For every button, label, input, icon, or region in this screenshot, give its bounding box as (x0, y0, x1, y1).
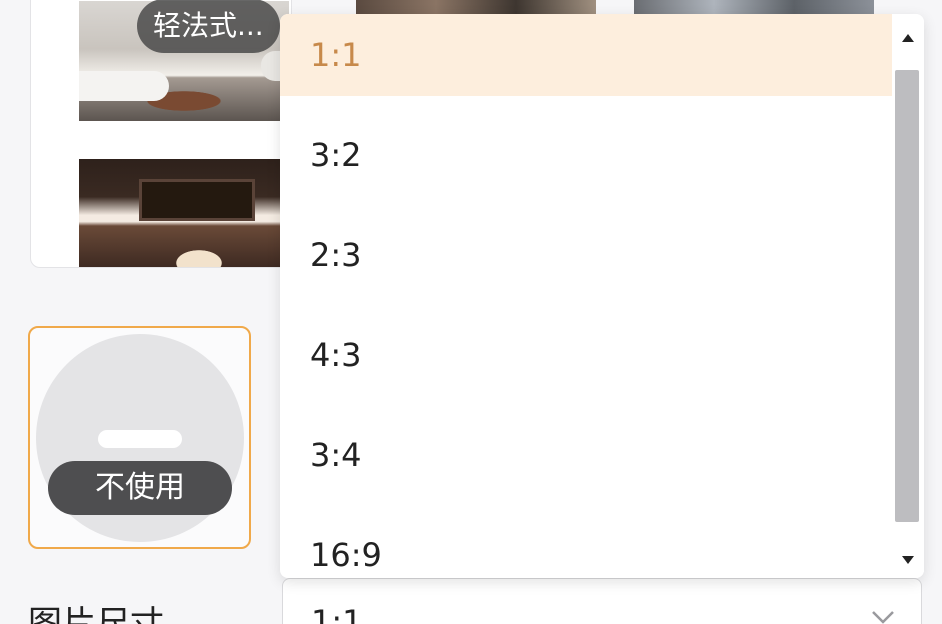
dropdown-scrollbar[interactable] (892, 14, 924, 578)
placeholder-bar (98, 430, 182, 448)
image-size-label: 图片尺寸 (28, 604, 164, 624)
style-card[interactable]: 轻法式... (30, 0, 292, 268)
aspect-ratio-dropdown[interactable]: 1:1 3:2 2:3 4:3 3:4 16:9 (280, 14, 924, 578)
image-size-select-value: 1:1 (311, 603, 363, 624)
option-1-1[interactable]: 1:1 (280, 14, 892, 96)
option-2-3[interactable]: 2:3 (280, 214, 892, 296)
style-tag: 轻法式... (137, 0, 280, 53)
image-size-select[interactable]: 1:1 (282, 578, 922, 624)
caret-up-icon[interactable] (900, 28, 916, 48)
caret-down-icon[interactable] (900, 550, 916, 570)
no-style-label: 不使用 (48, 461, 232, 515)
option-4-3[interactable]: 4:3 (280, 314, 892, 396)
option-3-2[interactable]: 3:2 (280, 114, 892, 196)
scrollbar-thumb[interactable] (895, 70, 919, 522)
style-thumbnail-image[interactable] (79, 159, 289, 267)
chevron-down-icon (872, 611, 894, 624)
no-style-option[interactable]: 不使用 (28, 326, 251, 549)
option-16-9[interactable]: 16:9 (280, 514, 892, 578)
option-3-4[interactable]: 3:4 (280, 414, 892, 496)
